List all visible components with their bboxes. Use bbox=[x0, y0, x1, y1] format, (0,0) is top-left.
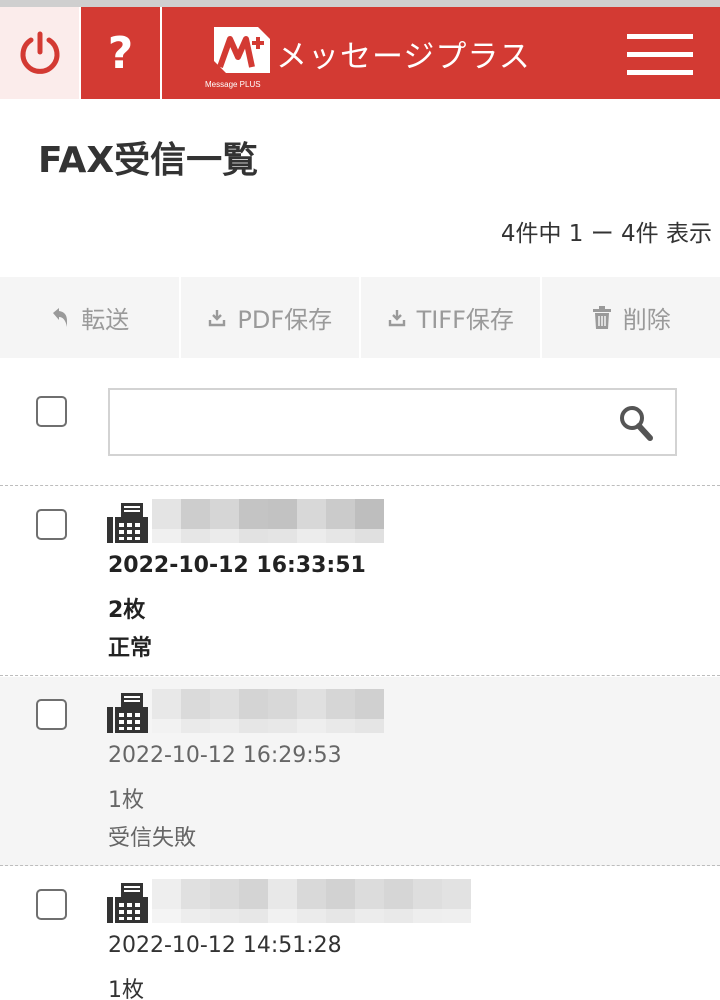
page-title: FAX受信一覧 bbox=[38, 140, 259, 181]
search-input[interactable] bbox=[108, 388, 677, 456]
search-row bbox=[0, 358, 720, 486]
row-checkbox[interactable] bbox=[36, 889, 67, 920]
received-datetime: 2022-10-12 16:29:53 bbox=[108, 743, 342, 768]
logo-caption: Message PLUS bbox=[205, 80, 261, 89]
menu-bar bbox=[627, 33, 693, 39]
save-tiff-label: TIFF保存 bbox=[416, 306, 514, 334]
fax-list-item[interactable]: 2022-10-12 16:29:53 1枚 受信失敗 bbox=[0, 677, 720, 866]
download-icon bbox=[388, 309, 405, 326]
search-icon[interactable] bbox=[617, 403, 655, 443]
received-datetime: 2022-10-12 16:33:51 bbox=[108, 553, 366, 578]
sender-redacted bbox=[152, 499, 384, 543]
fax-machine-icon bbox=[107, 883, 148, 923]
header-divider bbox=[160, 7, 162, 99]
page-count: 1枚 bbox=[108, 788, 144, 813]
power-icon bbox=[20, 31, 59, 74]
fax-list-item[interactable]: 2022-10-12 14:51:28 1枚 bbox=[0, 867, 720, 1000]
receive-status: 正常 bbox=[108, 636, 153, 661]
forward-button[interactable]: 転送 bbox=[0, 277, 179, 358]
reply-arrow-icon bbox=[53, 307, 68, 327]
save-pdf-button[interactable]: PDF保存 bbox=[180, 277, 359, 358]
row-checkbox[interactable] bbox=[36, 509, 67, 540]
delete-button[interactable]: 削除 bbox=[541, 277, 720, 358]
page-count: 2枚 bbox=[108, 598, 146, 623]
menu-bar bbox=[627, 69, 693, 75]
result-count: 4件中 1 ー 4件 表示 bbox=[500, 221, 712, 247]
action-toolbar: 転送 PDF保存 TIFF保存 削除 bbox=[0, 277, 720, 358]
delete-label: 削除 bbox=[622, 306, 671, 334]
save-tiff-button[interactable]: TIFF保存 bbox=[361, 277, 540, 358]
fax-machine-icon bbox=[107, 693, 148, 733]
row-checkbox[interactable] bbox=[36, 699, 67, 730]
app-title: メッセージプラス bbox=[276, 39, 531, 75]
select-all-checkbox[interactable] bbox=[36, 396, 67, 427]
trash-icon bbox=[592, 305, 611, 329]
top-border bbox=[0, 0, 720, 7]
forward-label: 転送 bbox=[81, 306, 130, 334]
menu-bar bbox=[627, 51, 693, 57]
fax-list-item[interactable]: 2022-10-12 16:33:51 2枚 正常 bbox=[0, 487, 720, 676]
received-datetime: 2022-10-12 14:51:28 bbox=[108, 933, 342, 958]
sender-redacted bbox=[152, 689, 384, 733]
help-button[interactable]: ? bbox=[81, 7, 160, 99]
logout-button[interactable] bbox=[0, 7, 79, 99]
app-header: ? Message PLUS メッセージプラス bbox=[0, 7, 720, 99]
download-icon bbox=[209, 309, 226, 326]
hamburger-menu-button[interactable] bbox=[618, 19, 702, 89]
save-pdf-label: PDF保存 bbox=[237, 306, 333, 334]
page-count: 1枚 bbox=[108, 978, 144, 1000]
receive-status: 受信失敗 bbox=[108, 826, 197, 851]
fax-machine-icon bbox=[107, 503, 148, 543]
sender-redacted bbox=[152, 879, 471, 923]
